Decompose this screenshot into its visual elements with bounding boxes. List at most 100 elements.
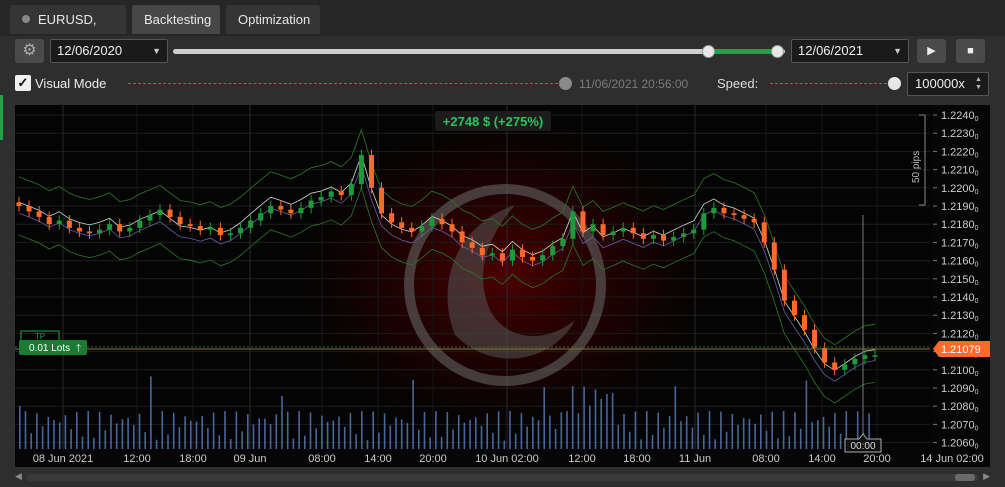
volume-bar bbox=[805, 380, 808, 449]
volume-bar bbox=[486, 413, 488, 449]
price-tick-label: 1.20700 bbox=[941, 419, 979, 432]
tab-backtesting[interactable]: Backtesting bbox=[132, 5, 220, 34]
volume-bar bbox=[452, 429, 454, 449]
volume-bar bbox=[788, 436, 791, 449]
price-tick-label: 1.21400 bbox=[941, 292, 979, 305]
settings-gear-button[interactable]: ⚙ bbox=[15, 39, 44, 63]
price-tick-label: 1.20600 bbox=[941, 438, 979, 451]
volume-bar bbox=[155, 439, 158, 449]
volume-bar bbox=[229, 438, 232, 449]
volume-bar bbox=[554, 428, 557, 449]
price-tick-label: 1.21300 bbox=[941, 310, 979, 323]
speed-value-spinner[interactable]: 100000x ▲ ▼ bbox=[907, 72, 989, 96]
volume-bar bbox=[492, 432, 494, 449]
volume-bar bbox=[264, 418, 266, 449]
tab-backtesting-label: Backtesting bbox=[144, 12, 212, 27]
candle-down bbox=[731, 213, 737, 216]
volume-bar bbox=[532, 416, 534, 449]
volume-bar bbox=[834, 413, 836, 449]
volume-bar bbox=[720, 411, 722, 449]
chevron-down-icon: ▼ bbox=[152, 46, 161, 56]
horizontal-scrollbar[interactable]: ◀ ▶ bbox=[15, 469, 990, 485]
candle-down bbox=[520, 249, 526, 257]
volume-bar bbox=[475, 417, 477, 449]
volume-bar bbox=[258, 418, 260, 449]
period-range-slider[interactable] bbox=[173, 45, 785, 58]
tab-bar: EURUSD, h1 Backtesting Optimization bbox=[0, 0, 1005, 56]
tab-symbol[interactable]: EURUSD, h1 bbox=[10, 5, 126, 56]
price-chart[interactable]: TP 0.01 Lots 🡑 +2748 $ (+275%) 50 pips 1… bbox=[15, 105, 990, 467]
start-date-select[interactable]: 12/06/2020 ▼ bbox=[50, 39, 168, 63]
end-date-select[interactable]: 12/06/2021 ▼ bbox=[791, 39, 909, 63]
candle-down bbox=[439, 218, 445, 225]
speed-slider-handle[interactable] bbox=[888, 77, 901, 90]
range-start-handle[interactable] bbox=[702, 45, 715, 58]
volume-bar bbox=[623, 413, 625, 449]
volume-bar bbox=[583, 386, 585, 449]
volume-bar bbox=[457, 415, 460, 449]
volume-bar bbox=[560, 412, 563, 449]
speed-slider[interactable] bbox=[770, 83, 892, 84]
volume-bar bbox=[543, 387, 545, 449]
volume-bar bbox=[19, 406, 21, 449]
volume-bar bbox=[76, 412, 78, 449]
candle-up bbox=[97, 229, 103, 234]
scroll-thumb[interactable] bbox=[955, 474, 975, 481]
volume-bar bbox=[412, 379, 414, 449]
time-tick-label: 10 Jun 02:00 bbox=[475, 453, 539, 465]
volume-bar bbox=[332, 420, 335, 449]
volume-bar bbox=[480, 425, 483, 449]
volume-bar bbox=[304, 435, 306, 449]
candle-down bbox=[167, 209, 173, 217]
range-end-handle[interactable] bbox=[771, 45, 784, 58]
scroll-track[interactable] bbox=[27, 474, 978, 481]
time-tick-label: 14 Jun 02:00 bbox=[920, 453, 984, 465]
volume-bar bbox=[355, 434, 357, 449]
stop-button[interactable]: ■ bbox=[956, 39, 985, 63]
candle-up bbox=[711, 207, 717, 214]
volume-bar bbox=[714, 439, 716, 449]
volume-bar bbox=[64, 415, 67, 449]
candle-up bbox=[550, 246, 556, 256]
candle-down bbox=[761, 222, 767, 243]
scroll-right-icon[interactable]: ▶ bbox=[983, 471, 990, 482]
volume-bar bbox=[212, 412, 215, 449]
volume-bar bbox=[782, 411, 785, 449]
chart-canvas[interactable]: TP 0.01 Lots 🡑 +2748 $ (+275%) 50 pips 1… bbox=[15, 105, 990, 467]
status-dot-icon bbox=[22, 15, 30, 23]
volume-bar bbox=[611, 393, 614, 449]
volume-bar bbox=[53, 420, 55, 449]
arrow-up-icon: 🡑 bbox=[76, 343, 81, 354]
volume-bar bbox=[338, 416, 340, 449]
volume-bar bbox=[247, 414, 249, 449]
volume-bar bbox=[765, 430, 768, 449]
volume-bar bbox=[577, 413, 580, 449]
visual-mode-checkbox[interactable]: ✓ bbox=[15, 75, 31, 91]
volume-bar bbox=[309, 412, 312, 449]
spinner-arrows-icon[interactable]: ▲ ▼ bbox=[975, 76, 983, 92]
visual-progress-slider[interactable] bbox=[128, 83, 568, 84]
visual-progress-handle[interactable] bbox=[559, 77, 572, 90]
scroll-left-icon[interactable]: ◀ bbox=[15, 471, 22, 482]
play-button[interactable]: ▶ bbox=[917, 39, 946, 63]
tab-optimization[interactable]: Optimization bbox=[226, 5, 320, 34]
volume-bar bbox=[36, 413, 38, 449]
candle-down bbox=[459, 231, 465, 243]
volume-bar bbox=[754, 423, 756, 449]
end-date-value: 12/06/2021 bbox=[798, 43, 864, 58]
candle-up bbox=[107, 224, 113, 230]
volume-bar bbox=[127, 417, 129, 449]
time-tick-label: 08:00 bbox=[308, 453, 336, 465]
volume-bar bbox=[241, 431, 243, 449]
volume-bar bbox=[406, 423, 409, 449]
volume-bar bbox=[691, 427, 694, 449]
volume-bar bbox=[269, 424, 272, 449]
play-icon: ▶ bbox=[927, 45, 936, 57]
candle-down bbox=[771, 242, 777, 270]
visual-mode-toolbar: ✓ Visual Mode 11/06/2021 20:56:00 Speed:… bbox=[10, 70, 995, 98]
candle-down bbox=[822, 347, 828, 363]
candle-down bbox=[781, 269, 787, 301]
volume-bar bbox=[372, 411, 374, 449]
volume-bar bbox=[161, 411, 164, 449]
candle-down bbox=[479, 247, 485, 256]
